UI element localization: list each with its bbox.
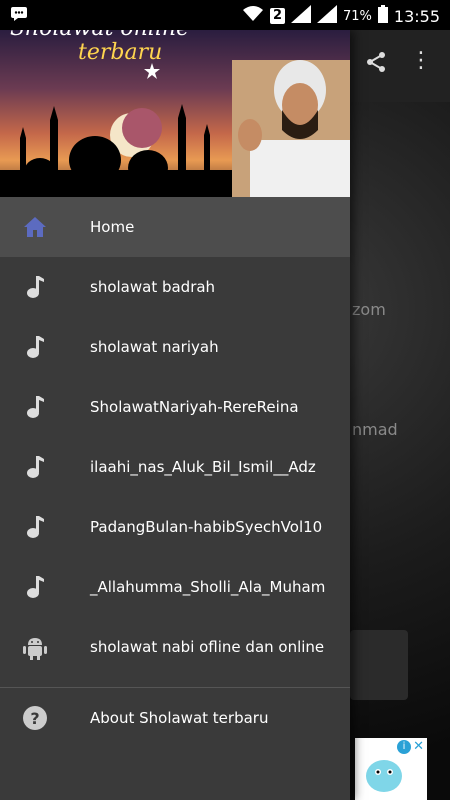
signal-icon-2: [316, 5, 337, 27]
drawer-item-song[interactable]: PadangBulan-habibSyechVol10: [0, 497, 350, 557]
music-note-icon: [20, 513, 50, 541]
more-options-icon[interactable]: ⋮: [410, 48, 432, 73]
drawer-item-label: Home: [90, 218, 135, 236]
drawer-item-song[interactable]: _Allahumma_Sholli_Ala_Muham: [0, 557, 350, 617]
drawer-item-label: About Sholawat terbaru: [90, 709, 269, 727]
drawer-header: Sholawat online terbaru: [0, 30, 350, 197]
background-text: zom: [352, 300, 386, 319]
drawer-menu: Home sholawat badrah sholawat nariyah Sh…: [0, 197, 350, 748]
battery-icon: [377, 5, 388, 27]
drawer-item-label: sholawat badrah: [90, 278, 216, 296]
music-note-icon: [20, 333, 50, 361]
drawer-item-label: SholawatNariyah-RereReina: [90, 398, 299, 416]
drawer-item-song[interactable]: sholawat nariyah: [0, 317, 350, 377]
drawer-item-label: PadangBulan-habibSyechVol10: [90, 518, 323, 536]
drawer-item-label: sholawat nariyah: [90, 338, 219, 356]
home-icon: [20, 213, 50, 241]
header-title-line2: terbaru: [78, 40, 163, 65]
ad-mascot-image: [366, 760, 402, 792]
svg-text:?: ?: [30, 709, 39, 728]
drawer-item-about[interactable]: ? About Sholawat terbaru: [0, 688, 350, 748]
ad-banner[interactable]: i ✕: [355, 738, 427, 800]
status-bar: 2 71% 13:55: [0, 0, 450, 30]
music-note-icon: [20, 393, 50, 421]
drawer-item-home[interactable]: Home: [0, 197, 350, 257]
drawer-item-song[interactable]: sholawat badrah: [0, 257, 350, 317]
drawer-item-other-app[interactable]: sholawat nabi ofline dan online: [0, 617, 350, 677]
music-note-icon: [20, 573, 50, 601]
clock: 13:55: [393, 6, 440, 26]
sim-indicator: 2: [269, 8, 285, 24]
drawer-item-song[interactable]: SholawatNariyah-RereReina: [0, 377, 350, 437]
drawer-item-label: ilaahi_nas_Aluk_Bil_Ismil__Adz: [90, 458, 316, 476]
share-icon[interactable]: [364, 50, 388, 78]
android-icon: [20, 633, 50, 661]
navigation-drawer: Sholawat online terbaru Home sholawat ba…: [0, 30, 350, 800]
signal-icon-1: [290, 5, 311, 27]
background-image-fragment: [350, 630, 408, 700]
wifi-icon: [242, 5, 264, 27]
ad-close-icon[interactable]: ✕: [413, 739, 424, 754]
music-note-icon: [20, 273, 50, 301]
header-mosque-image: [0, 60, 350, 197]
music-note-icon: [20, 453, 50, 481]
battery-percent: 71%: [342, 8, 372, 24]
drawer-item-label: _Allahumma_Sholli_Ala_Muham: [90, 578, 326, 596]
chat-notification-icon: [10, 6, 28, 26]
background-text: nmad: [352, 420, 398, 439]
help-icon: ?: [20, 704, 50, 732]
drawer-item-label: sholawat nabi ofline dan online: [90, 638, 325, 656]
drawer-item-song[interactable]: ilaahi_nas_Aluk_Bil_Ismil__Adz: [0, 437, 350, 497]
